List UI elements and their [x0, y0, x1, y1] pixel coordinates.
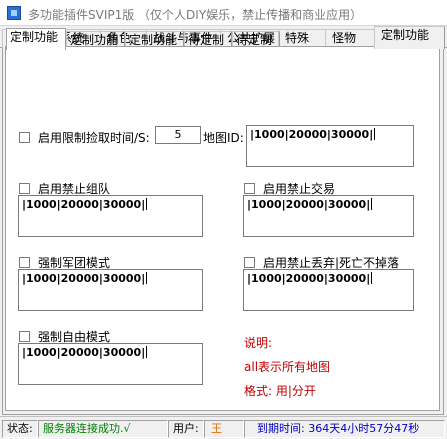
force-guild-textarea[interactable]: |1000|20000|30000|: [18, 269, 203, 311]
text-caret: [371, 198, 373, 210]
status-bar: 状态: 服务器连接成功.√ 用户: 王 到期时间: 364天4小时57分47秒: [0, 416, 447, 439]
text-caret: [146, 272, 148, 284]
force-free-value: |1000|20000|30000|: [22, 346, 146, 359]
ban-drop-value: |1000|20000|30000|: [247, 272, 371, 285]
notes-line-2: 格式: 用|分开: [244, 384, 316, 398]
ban-trade-textarea[interactable]: |1000|20000|30000|: [243, 195, 414, 237]
checkbox-box[interactable]: [19, 331, 30, 342]
force-free-textarea[interactable]: |1000|20000|30000|: [18, 343, 203, 385]
main-window: 多功能插件SVIP1版 （仅个人DIY娱乐，禁止传播和商业应用） 协议 系统 角…: [0, 0, 447, 439]
ban-team-textarea[interactable]: |1000|20000|30000|: [18, 195, 203, 237]
checkbox-box[interactable]: [244, 257, 255, 268]
subtab-custom-1[interactable]: 定制功能: [6, 28, 66, 50]
user-label: 用户:: [168, 420, 204, 438]
checkbox-box[interactable]: [244, 183, 255, 194]
status-value: 服务器连接成功.√: [38, 420, 168, 438]
map-id-label: 地图ID:: [203, 131, 244, 145]
app-icon: [7, 6, 21, 20]
pickup-map-id-value: |1000|20000|30000|: [250, 128, 374, 141]
ban-trade-value: |1000|20000|30000|: [247, 198, 371, 211]
checkbox-box[interactable]: [19, 132, 30, 143]
ban-team-value: |1000|20000|30000|: [22, 198, 146, 211]
ban-drop-textarea[interactable]: |1000|20000|30000|: [243, 269, 414, 311]
custom-features-panel: 启用限制捡取时间/S: 5 地图ID: |1000|20000|30000| 启…: [5, 46, 440, 411]
text-caret: [374, 128, 376, 140]
tab-custom-features[interactable]: 定制功能: [374, 26, 445, 49]
force-guild-value: |1000|20000|30000|: [22, 272, 146, 285]
text-caret: [146, 346, 148, 358]
title-bar[interactable]: 多功能插件SVIP1版 （仅个人DIY娱乐，禁止传播和商业应用）: [0, 0, 447, 26]
pickup-time-label: 启用限制捡取时间/S:: [38, 131, 150, 145]
user-value: 王: [204, 420, 244, 438]
status-label: 状态:: [2, 420, 38, 438]
notes-line-1: all表示所有地图: [244, 360, 331, 374]
window-title: 多功能插件SVIP1版 （仅个人DIY娱乐，禁止传播和商业应用）: [28, 8, 363, 22]
pickup-time-input[interactable]: 5: [155, 126, 201, 144]
text-caret: [146, 198, 148, 210]
notes-title: 说明:: [244, 336, 273, 350]
expiry-time: 到期时间: 364天4小时57分47秒: [244, 420, 445, 438]
pickup-map-id-textarea[interactable]: |1000|20000|30000|: [246, 125, 414, 167]
checkbox-box[interactable]: [19, 183, 30, 194]
pickup-time-checkbox[interactable]: 启用限制捡取时间/S:: [19, 129, 150, 146]
text-caret: [371, 272, 373, 284]
checkbox-box[interactable]: [19, 257, 30, 268]
